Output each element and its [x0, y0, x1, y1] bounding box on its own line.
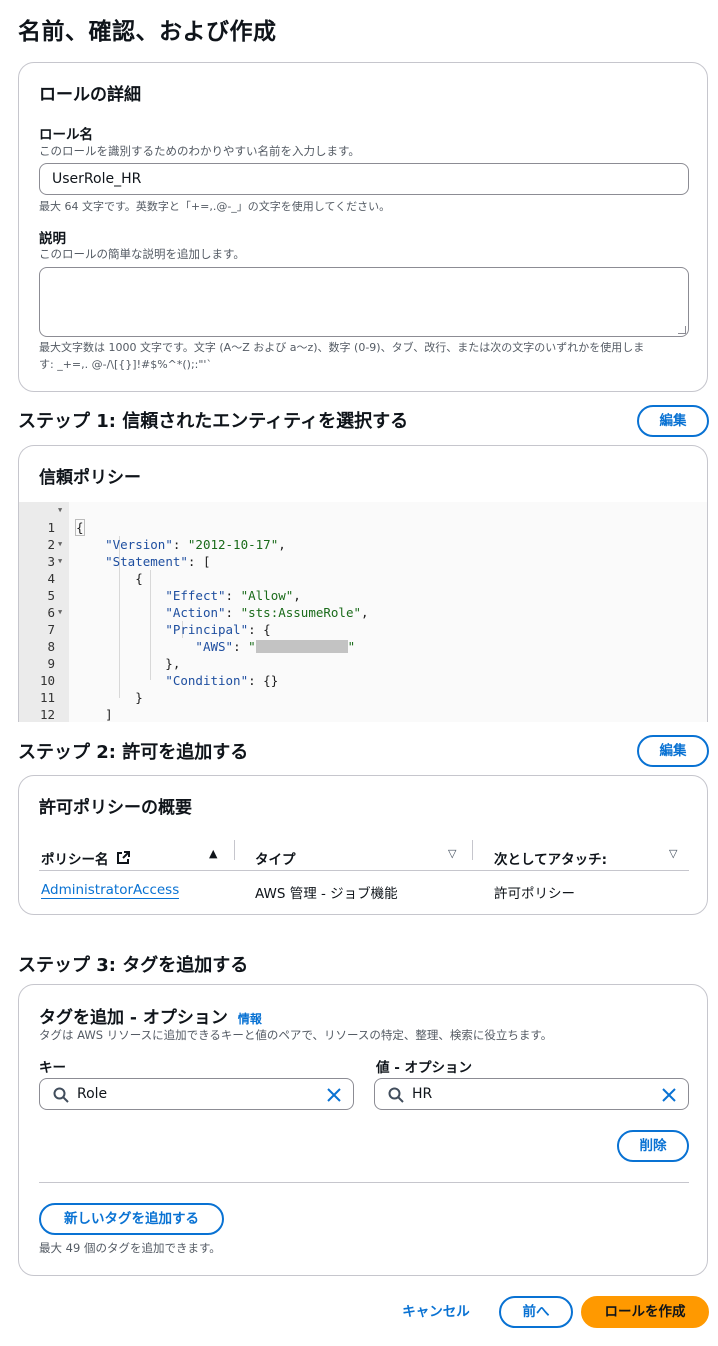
fold-arrow-icon[interactable]: ▼	[58, 502, 62, 519]
tag-key-value: Role	[77, 1086, 108, 1102]
column-header-label: タイプ	[255, 852, 296, 868]
column-header-type[interactable]: タイプ	[255, 848, 296, 868]
code-line: 3 ▼ "Statement": [	[19, 536, 707, 569]
tags-card: タグを追加 - オプション 情報 タグは AWS リソースに追加できるキーと値の…	[18, 984, 708, 1276]
column-separator	[472, 840, 473, 860]
trust-policy-card: 信頼ポリシー 1 ▼{ 2 "Version": "2012-10-17", 3 ▼…	[18, 445, 708, 722]
sort-icon[interactable]: ▽	[448, 847, 456, 860]
sort-icon[interactable]: ▽	[669, 847, 677, 860]
fold-arrow-icon[interactable]: ▼	[58, 536, 62, 553]
code-line: 6 "Action": "sts:AssumeRole",	[19, 587, 707, 620]
create-role-button[interactable]: ロールを作成	[581, 1296, 709, 1328]
code-line: 2 "Version": "2012-10-17",	[19, 519, 707, 552]
code-line: 12 ]	[19, 689, 707, 722]
column-header-label: ポリシー名	[41, 852, 109, 868]
step3-heading: ステップ 3: タグを追加する	[18, 955, 249, 976]
tag-key-input[interactable]: Role	[39, 1078, 354, 1110]
code-line: 10 "Condition": {}	[19, 655, 707, 688]
attached-as-cell: 許可ポリシー	[494, 886, 575, 902]
clear-icon[interactable]	[325, 1086, 343, 1104]
tags-description: タグは AWS リソースに追加できるキーと値のペアで、リソースの特定、整理、検索…	[39, 1028, 553, 1042]
tag-value-input[interactable]: HR	[374, 1078, 689, 1110]
description-description: このロールの簡単な説明を追加します。	[39, 247, 245, 261]
code-line: 4 ▼ {	[19, 553, 707, 586]
step1-heading: ステップ 1: 信頼されたエンティティを選択する	[18, 411, 409, 432]
tags-title-text: タグを追加 - オプション	[39, 1008, 228, 1028]
fold-arrow-icon[interactable]: ▼	[58, 553, 62, 570]
search-icon	[388, 1087, 404, 1103]
trust-policy-title: 信頼ポリシー	[39, 468, 141, 488]
permissions-summary-title: 許可ポリシーの概要	[39, 798, 192, 818]
step1-edit-button[interactable]: 編集	[637, 405, 709, 437]
trust-policy-code-editor[interactable]: 1 ▼{ 2 "Version": "2012-10-17", 3 ▼ "State…	[19, 502, 707, 722]
column-header-attached-as[interactable]: 次としてアタッチ:	[494, 848, 607, 868]
resize-handle[interactable]	[678, 326, 686, 334]
sort-ascending-icon[interactable]: ▲	[209, 847, 217, 860]
tags-title: タグを追加 - オプション 情報	[39, 1003, 262, 1028]
table-header-divider	[39, 870, 689, 871]
add-new-tag-button[interactable]: 新しいタグを追加する	[39, 1203, 224, 1235]
code-line: 9 },	[19, 638, 707, 671]
step2-edit-button[interactable]: 編集	[637, 735, 709, 767]
role-name-hint: 最大 64 文字です。英数字と「+=,.@-_」の文字を使用してください。	[39, 200, 391, 213]
search-icon	[53, 1087, 69, 1103]
code-line: 11 }	[19, 672, 707, 705]
fold-arrow-icon[interactable]: ▼	[58, 604, 62, 621]
policy-type-cell: AWS 管理 - ジョブ機能	[255, 886, 398, 902]
tag-key-label: キー	[39, 1060, 66, 1076]
description-hint-line1: 最大文字数は 1000 文字です。文字 (A〜Z および a〜z)、数字 (0-…	[39, 341, 645, 354]
column-separator	[234, 840, 235, 860]
role-name-description: このロールを識別するためのわかりやすい名前を入力します。	[39, 144, 360, 158]
tag-value-label: 値 - オプション	[376, 1060, 473, 1076]
code-line: 13}	[19, 706, 707, 722]
description-textarea[interactable]	[39, 267, 689, 337]
step2-heading: ステップ 2: 許可を追加する	[18, 742, 249, 763]
clear-icon[interactable]	[660, 1086, 678, 1104]
tag-limit-hint: 最大 49 個のタグを追加できます。	[39, 1241, 221, 1255]
column-header-label: 次としてアタッチ:	[494, 852, 607, 868]
page-title: 名前、確認、および作成	[18, 19, 277, 45]
role-details-card: ロールの詳細 ロール名 このロールを識別するためのわかりやすい名前を入力します。…	[18, 62, 708, 392]
code-line: 7 ▼ "Principal": {	[19, 604, 707, 637]
code-line: 5 "Effect": "Allow",	[19, 570, 707, 603]
code-line: 8 "AWS": " "	[19, 621, 707, 654]
policy-name-link[interactable]: AdministratorAccess	[41, 882, 180, 899]
column-header-policy-name[interactable]: ポリシー名	[41, 848, 131, 868]
remove-tag-button[interactable]: 削除	[617, 1130, 689, 1162]
role-details-title: ロールの詳細	[39, 85, 141, 105]
role-name-input[interactable]: UserRole_HR	[39, 163, 689, 195]
external-link-icon	[117, 851, 131, 864]
cancel-button[interactable]: キャンセル	[386, 1296, 486, 1328]
role-name-label: ロール名	[39, 127, 93, 143]
info-link[interactable]: 情報	[238, 1012, 262, 1026]
description-label: 説明	[39, 231, 66, 247]
code-line: 1 ▼{	[19, 502, 707, 536]
permissions-summary-card: 許可ポリシーの概要 ポリシー名 ▲ タイプ ▽ 次としてアタッチ: ▽ Admi…	[18, 775, 708, 915]
previous-button[interactable]: 前へ	[499, 1296, 573, 1328]
tag-value-value: HR	[412, 1086, 433, 1102]
tags-divider	[39, 1182, 689, 1183]
description-hint-line2: す: _+=,. @-/\[{}]!#$%^*();:"'`	[39, 358, 212, 371]
